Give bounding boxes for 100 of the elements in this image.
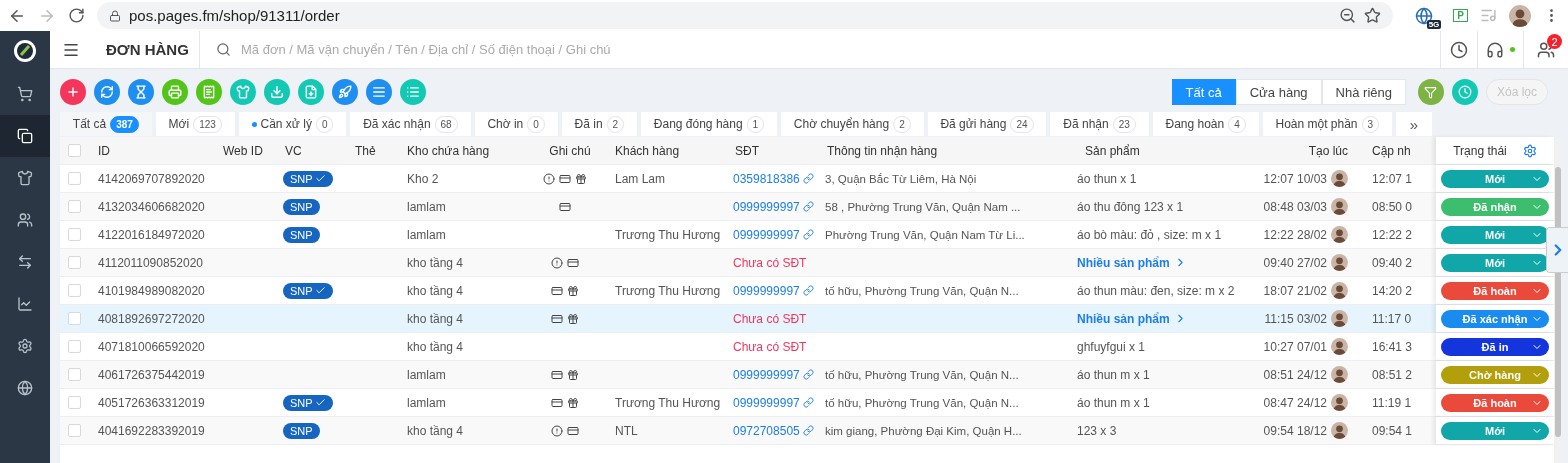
address-text: tố hữu, Phường Trung Văn, Quận N...: [825, 368, 1019, 381]
status-tab[interactable]: Đã xác nhận 68: [350, 112, 471, 136]
table-row[interactable]: 4061726375442019 lamlam 0999999997 tố hữu, Phường Trung Văn, Quận N... áo thun m x 1 08:51 24/12 08:51 2 Chờ hàng: [60, 361, 1554, 389]
table-row[interactable]: 4132034606682020 SNP lamlam 0999999997 58 , Phường Trung Văn, Quận Nam ... áo thu đông 123 x 1 08:48 03/03 08:50 0 Đã nhận: [60, 193, 1554, 221]
created-time: 09:40 27/02: [1263, 255, 1327, 270]
phone-link[interactable]: 0999999997: [733, 367, 814, 382]
select-all-checkbox[interactable]: [67, 144, 81, 157]
address-bar[interactable]: pos.pages.fm/shop/91311/order: [97, 2, 1393, 29]
address-text: Phường Trung Văn, Quận Nam Từ Li...: [825, 228, 1025, 241]
table-row[interactable]: 4051726363312019 SNP lamlam Trương Thu Hương 0999999997 tố hữu, Phường Trung Văn, Quận N... áo thun m x 1 08:47 24/12 11:19 1 Đã hoàn: [60, 389, 1554, 417]
filter-button[interactable]: [1417, 79, 1444, 105]
list-button[interactable]: [400, 79, 426, 105]
no-phone-text: Chưa có SĐT: [733, 311, 807, 326]
table-row[interactable]: 4071810066592020 kho tầng 4 Chưa có SĐT ghfuyfgui x 1 10:27 07/01 16:41 3 Đã in: [60, 333, 1554, 361]
phone-link[interactable]: 0359818386: [733, 171, 814, 186]
status-tab[interactable]: Đã nhận 23: [1050, 112, 1149, 136]
status-select[interactable]: Đã in: [1441, 337, 1549, 356]
download-icon: [270, 85, 284, 99]
product-text: áo thu đông 123 x 1: [1077, 199, 1184, 214]
customer-name: Trương Thu Hương: [615, 227, 721, 242]
products-link[interactable]: Nhiều sản phẩm: [1077, 311, 1187, 326]
warehouse-text: lamlam: [407, 199, 446, 214]
add-button[interactable]: [60, 79, 86, 105]
row-checkbox[interactable]: [67, 368, 81, 381]
tab-count: 0: [315, 115, 334, 133]
side-panel-toggle[interactable]: [1546, 227, 1568, 273]
status-tab[interactable]: Tất cả 387: [60, 112, 152, 136]
table-row[interactable]: 4101984989082020 SNP kho tầng 4 Trương Thu Hương 0999999997 tố hữu, Phường Trung Văn, Quận N... áo thun màu: đen, size: m x 2 18:07 21/02 14:20 2 Đã hoàn: [60, 277, 1554, 305]
table-row[interactable]: 4142069707892020 SNP Kho 2 Lam Lam 0359818386 3, Quận Bắc Từ Liêm, Hà Nội áo thun x 1 12:07 10/03 12:07 1 Mới: [60, 165, 1554, 193]
download-button[interactable]: [264, 79, 290, 105]
more-tabs-button[interactable]: »: [1395, 112, 1432, 136]
phone-link[interactable]: 0999999997: [733, 199, 814, 214]
status-select[interactable]: Đã hoàn: [1441, 281, 1549, 300]
warehouse-text: lamlam: [407, 227, 446, 242]
status-tab[interactable]: Chờ chuyển hàng 2: [781, 112, 924, 136]
updated-time: 09:54 1: [1372, 423, 1413, 438]
source-filter-tab[interactable]: Nhà riêng: [1321, 79, 1406, 105]
status-tab[interactable]: Mới 123: [155, 112, 235, 136]
print-button[interactable]: [162, 79, 188, 105]
address-text: kim giang, Phường Đại Kim, Quận H...: [825, 424, 1022, 437]
row-checkbox[interactable]: [67, 256, 81, 269]
status-tab[interactable]: Đã in 2: [561, 112, 637, 136]
address-text: 3, Quận Bắc Từ Liêm, Hà Nội: [825, 172, 977, 185]
source-filter-tab[interactable]: Cửa hàng: [1235, 79, 1322, 105]
playlist-icon[interactable]: [1480, 7, 1497, 24]
table-row[interactable]: 4041692283392019 SNP kho tầng 4 NTL 0972708505 kim giang, Phường Đại Kim, Quận H... 123 x 3 09:54 18/12 09:54 1 Mới: [60, 417, 1554, 445]
phone-link[interactable]: 0999999997: [733, 227, 814, 242]
users-button[interactable]: 2: [1523, 31, 1568, 68]
receipt-button[interactable]: [196, 79, 222, 105]
rocket-button[interactable]: [332, 79, 358, 105]
warehouse-text: Kho 2: [407, 171, 439, 186]
time-filter-button[interactable]: [1451, 79, 1478, 105]
phone-link[interactable]: 0999999997: [733, 283, 814, 298]
no-phone-text: Chưa có SĐT: [733, 339, 807, 354]
status-tab[interactable]: Chờ in 0: [474, 112, 558, 136]
phone-link[interactable]: 0972708505: [733, 423, 814, 438]
order-id: 4081892697272020: [98, 311, 205, 326]
customer-name: Lam Lam: [615, 171, 666, 186]
link-icon: [802, 229, 814, 240]
refresh-button[interactable]: [94, 79, 120, 105]
zoom-out-icon[interactable]: [1338, 7, 1356, 24]
status-tab[interactable]: Cần xử lý 0: [238, 112, 347, 136]
avatar-icon: [1331, 338, 1348, 355]
updated-time: 11:19 1: [1372, 395, 1412, 410]
indent-list-button[interactable]: [366, 79, 392, 105]
users-icon: [17, 212, 33, 228]
status-tab[interactable]: Đã gửi hàng 24: [927, 112, 1047, 136]
warehouse-text: kho tầng 4: [407, 255, 464, 270]
no-phone-text: Chưa có SĐT: [733, 255, 807, 270]
sidebar-copy-button[interactable]: [0, 115, 50, 157]
row-checkbox[interactable]: [67, 200, 81, 213]
settings-icon[interactable]: [1522, 143, 1537, 158]
status-tab[interactable]: Đang hoàn 4: [1152, 112, 1259, 136]
product-text: ghfuyfgui x 1: [1077, 339, 1146, 354]
updated-time: 12:22 2: [1372, 227, 1413, 242]
star-icon[interactable]: [1363, 7, 1381, 24]
row-checkbox[interactable]: [67, 340, 81, 353]
tab-count: 68: [434, 115, 458, 133]
status-select[interactable]: Đã hoàn: [1441, 393, 1549, 412]
order-id: 4061726375442019: [98, 367, 205, 382]
table-row[interactable]: 4112011090852020 kho tầng 4 Chưa có SĐT Nhiều sản phẩm 09:40 27/02 09:40 2 Mới: [60, 249, 1554, 277]
products-link[interactable]: Nhiều sản phẩm: [1077, 255, 1187, 270]
row-checkbox[interactable]: [67, 172, 81, 185]
row-checkbox[interactable]: [67, 312, 81, 325]
table-row[interactable]: 4081892697272020 kho tầng 4 Chưa có SĐT Nhiều sản phẩm 11:15 03/02 11:17 0 Đã xác nhận: [60, 305, 1554, 333]
row-checkbox[interactable]: [67, 424, 81, 437]
row-checkbox[interactable]: [67, 396, 81, 409]
file-add-button[interactable]: [298, 79, 324, 105]
status-tab[interactable]: Hoàn một phần 3: [1262, 112, 1392, 136]
row-checkbox[interactable]: [67, 284, 81, 297]
shirt-button[interactable]: [230, 79, 256, 105]
created-time: 12:22 28/02: [1263, 227, 1327, 242]
phone-link[interactable]: 0999999997: [733, 395, 814, 410]
tab-count: 1: [746, 115, 765, 133]
hourglass-button[interactable]: [128, 79, 154, 105]
order-id: 4041692283392019: [98, 423, 205, 438]
status-tab[interactable]: Đang đóng hàng 1: [641, 112, 777, 136]
table-row[interactable]: 4122016184972020 SNP lamlam Trương Thu Hương 0999999997 Phường Trung Văn, Quận Nam Từ Li... áo bò màu: đỏ , size: m x 1 12:22 28/02 12:22 2 Mới: [60, 221, 1554, 249]
row-checkbox[interactable]: [67, 228, 81, 241]
reload-icon[interactable]: [68, 7, 85, 24]
